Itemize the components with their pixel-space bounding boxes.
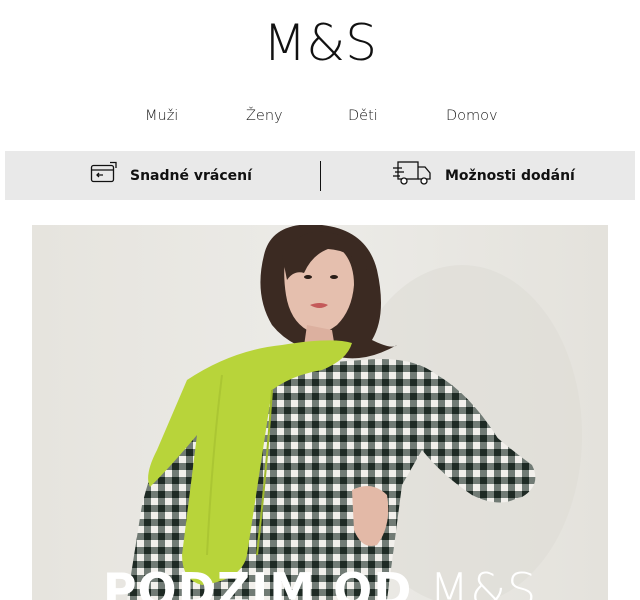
hero-headline-bold: PODZIM OD bbox=[102, 563, 430, 600]
easy-returns-label: Snadné vrácení bbox=[130, 167, 252, 184]
hero-model-image bbox=[127, 225, 582, 600]
main-nav: Muži Ženy Děti Domov bbox=[0, 108, 640, 130]
hero-headline: PODZIM OD M&S bbox=[32, 563, 608, 600]
nav-item-men[interactable]: Muži bbox=[145, 108, 178, 124]
brand-logo[interactable]: M&S bbox=[0, 14, 640, 72]
service-bar: Snadné vrácení Možnosti dodání bbox=[5, 151, 635, 200]
return-card-icon bbox=[90, 161, 118, 190]
hero-headline-brand: M&S bbox=[429, 563, 538, 600]
easy-returns-link[interactable]: Snadné vrácení bbox=[90, 151, 252, 200]
nav-item-kids[interactable]: Děti bbox=[348, 108, 378, 124]
hero-banner[interactable]: PODZIM OD M&S bbox=[32, 225, 608, 600]
nav-item-women[interactable]: Ženy bbox=[246, 108, 283, 124]
nav-item-home[interactable]: Domov bbox=[446, 108, 498, 124]
delivery-options-link[interactable]: Možnosti dodání bbox=[393, 151, 575, 200]
delivery-options-label: Možnosti dodání bbox=[445, 167, 575, 184]
delivery-truck-icon bbox=[393, 159, 433, 192]
service-divider bbox=[320, 161, 321, 191]
